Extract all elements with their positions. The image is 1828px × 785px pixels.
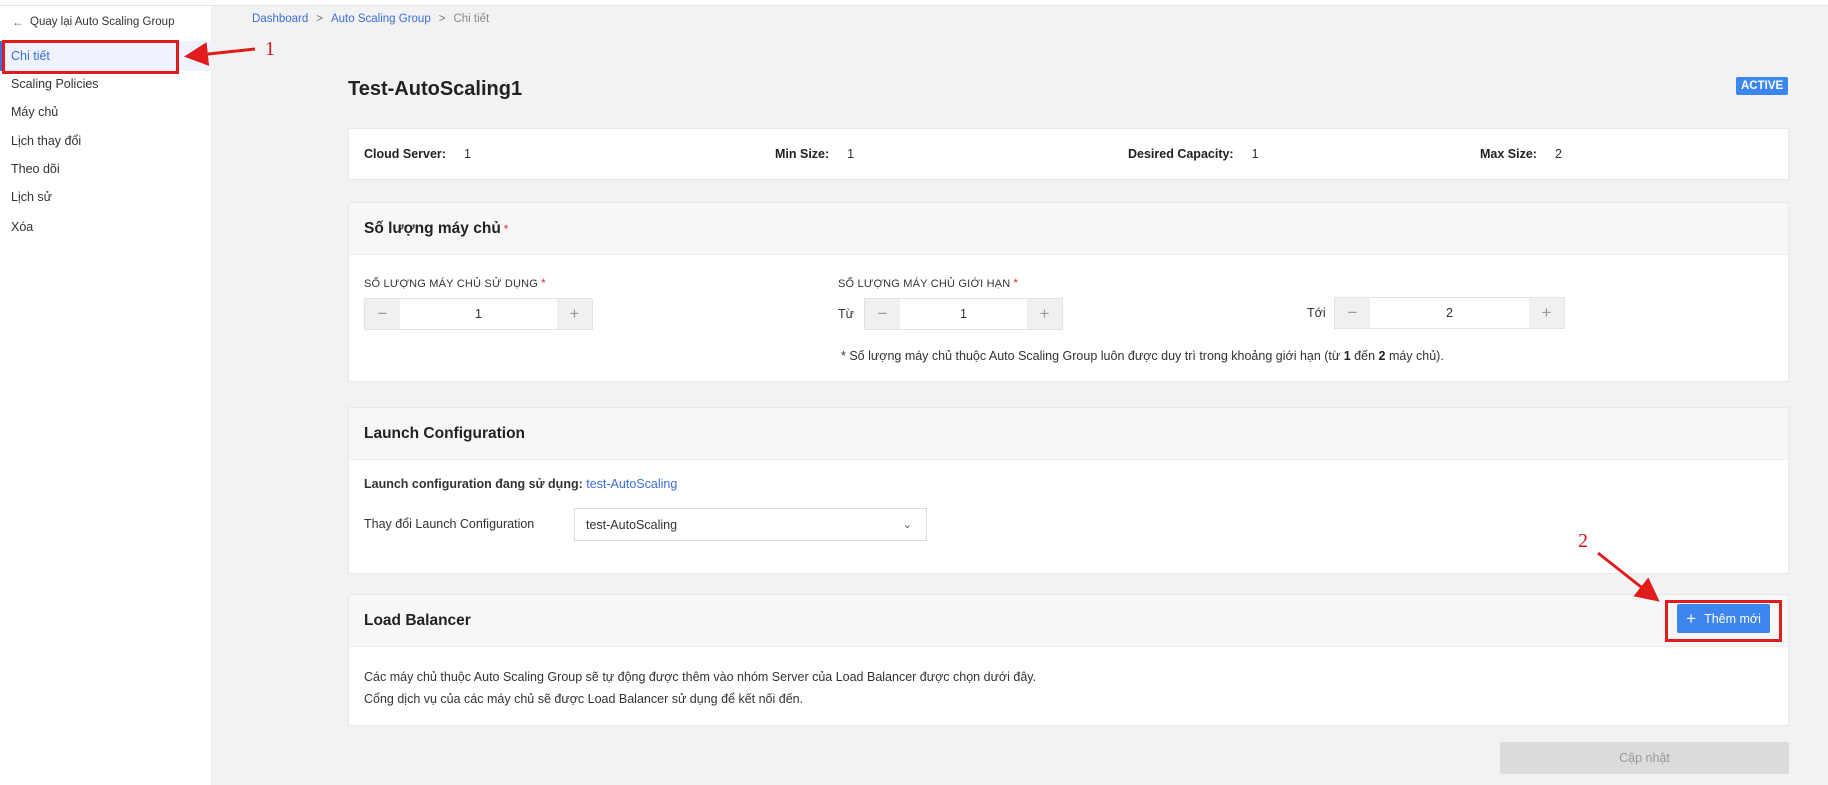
summary-value: 2	[1554, 147, 1562, 161]
minus-button[interactable]: −	[865, 299, 900, 329]
main-content: Dashboard > Auto Scaling Group > Chi tiế…	[211, 6, 1828, 785]
capacity-card: Số lượng máy chủ * SỐ LƯỢNG MÁY CHỦ SỬ D…	[348, 202, 1789, 382]
max-servers-input[interactable]: 2	[1370, 298, 1529, 328]
load-balancer-card: Load Balancer Các máy chủ thuộc Auto Sca…	[348, 594, 1789, 726]
annotation-box-2	[1665, 600, 1782, 642]
launch-config-card: Launch Configuration Launch configuratio…	[348, 407, 1789, 574]
summary-card: Cloud Server: 1 Min Size: 1 Desired Capa…	[348, 128, 1789, 180]
limit-servers-label-text: SỐ LƯỢNG MÁY CHỦ GIỚI HẠN	[838, 278, 1011, 290]
summary-cloud-server: Cloud Server: 1	[364, 147, 471, 161]
min-servers-input[interactable]: 1	[900, 299, 1027, 329]
used-servers-input[interactable]: 1	[400, 299, 557, 329]
from-label: Từ	[838, 307, 855, 321]
used-servers-label-text: SỐ LƯỢNG MÁY CHỦ SỬ DỤNG	[364, 278, 539, 290]
load-balancer-desc-1: Các máy chủ thuộc Auto Scaling Group sẽ …	[364, 670, 1037, 684]
summary-label: Max Size:	[1480, 147, 1537, 161]
back-link-label: Quay lại Auto Scaling Group	[30, 16, 175, 28]
load-balancer-header: Load Balancer	[349, 595, 1788, 647]
current-launch-config-link[interactable]: test-AutoScaling	[586, 477, 677, 491]
summary-desired-capacity: Desired Capacity: 1	[1128, 147, 1259, 161]
note-text: máy chủ).	[1385, 349, 1444, 363]
used-servers-stepper: − 1 +	[364, 298, 593, 330]
summary-max-size: Max Size: 2	[1480, 147, 1562, 161]
launch-config-select[interactable]: test-AutoScaling ⌄	[574, 508, 927, 541]
note-min: 1	[1343, 349, 1351, 363]
minus-button[interactable]: −	[1335, 298, 1370, 328]
summary-label: Desired Capacity:	[1128, 147, 1234, 161]
breadcrumb-separator: >	[316, 13, 323, 25]
annotation-number-1: 1	[265, 38, 275, 60]
plus-button[interactable]: +	[557, 299, 592, 329]
breadcrumb-auto-scaling-group[interactable]: Auto Scaling Group	[331, 13, 431, 25]
breadcrumb-current: Chi tiết	[453, 13, 490, 25]
load-balancer-title: Load Balancer	[364, 611, 471, 629]
launch-config-select-value: test-AutoScaling	[586, 517, 678, 532]
annotation-number-2: 2	[1578, 530, 1588, 552]
min-servers-stepper: − 1 +	[864, 298, 1063, 330]
minus-button[interactable]: −	[365, 299, 400, 329]
page-title: Test-AutoScaling1	[348, 78, 523, 100]
required-mark: *	[503, 221, 509, 236]
summary-min-size: Min Size: 1	[775, 147, 854, 161]
breadcrumb-separator: >	[438, 13, 446, 25]
limit-servers-label: SỐ LƯỢNG MÁY CHỦ GIỚI HẠN *	[838, 276, 1018, 290]
summary-label: Min Size:	[775, 147, 830, 161]
summary-value: 1	[847, 147, 855, 161]
breadcrumb: Dashboard > Auto Scaling Group > Chi tiế…	[252, 13, 489, 25]
chevron-down-icon: ⌄	[902, 519, 912, 531]
to-label: Tới	[1307, 306, 1326, 320]
sidebar-item-theo-doi[interactable]: Theo dõi	[0, 154, 211, 184]
sidebar: ← Quay lại Auto Scaling Group Chi tiết S…	[0, 6, 211, 785]
capacity-note: * Số lượng máy chủ thuộc Auto Scaling Gr…	[841, 349, 1444, 363]
sidebar-item-xoa[interactable]: Xóa	[0, 212, 211, 242]
sidebar-item-lich-thay-doi[interactable]: Lịch thay đổi	[0, 126, 211, 156]
change-launch-config-label: Thay đổi Launch Configuration	[364, 517, 535, 531]
status-badge: ACTIVE	[1736, 77, 1789, 95]
load-balancer-desc-2: Cổng dịch vụ của các máy chủ sẽ được Loa…	[364, 692, 804, 706]
summary-value: 1	[463, 147, 471, 161]
current-launch-config-label: Launch configuration đang sử dụng:	[364, 477, 583, 491]
capacity-card-header: Số lượng máy chủ *	[349, 203, 1788, 255]
breadcrumb-dashboard[interactable]: Dashboard	[252, 13, 308, 25]
required-mark: *	[541, 276, 546, 290]
summary-value: 1	[1251, 147, 1259, 161]
plus-button[interactable]: +	[1529, 298, 1564, 328]
launch-config-title: Launch Configuration	[364, 424, 526, 442]
note-text: đến	[1350, 349, 1379, 363]
max-servers-stepper: − 2 +	[1334, 297, 1565, 329]
update-button[interactable]: Cập nhật	[1500, 742, 1789, 774]
launch-config-header: Launch Configuration	[349, 408, 1788, 460]
note-text: * Số lượng máy chủ thuộc Auto Scaling Gr…	[841, 349, 1344, 363]
required-mark: *	[1013, 276, 1019, 290]
sidebar-item-may-chu[interactable]: Máy chủ	[0, 97, 211, 127]
sidebar-item-lich-su[interactable]: Lịch sử	[0, 182, 211, 212]
used-servers-label: SỐ LƯỢNG MÁY CHỦ SỬ DỤNG *	[364, 276, 546, 290]
back-link[interactable]: ← Quay lại Auto Scaling Group	[12, 15, 174, 29]
current-launch-config: Launch configuration đang sử dụng: test-…	[364, 477, 677, 491]
plus-button[interactable]: +	[1027, 299, 1062, 329]
summary-label: Cloud Server:	[364, 147, 446, 161]
capacity-title: Số lượng máy chủ	[364, 219, 501, 237]
annotation-box-1	[2, 40, 179, 74]
arrow-left-icon: ←	[12, 15, 24, 29]
